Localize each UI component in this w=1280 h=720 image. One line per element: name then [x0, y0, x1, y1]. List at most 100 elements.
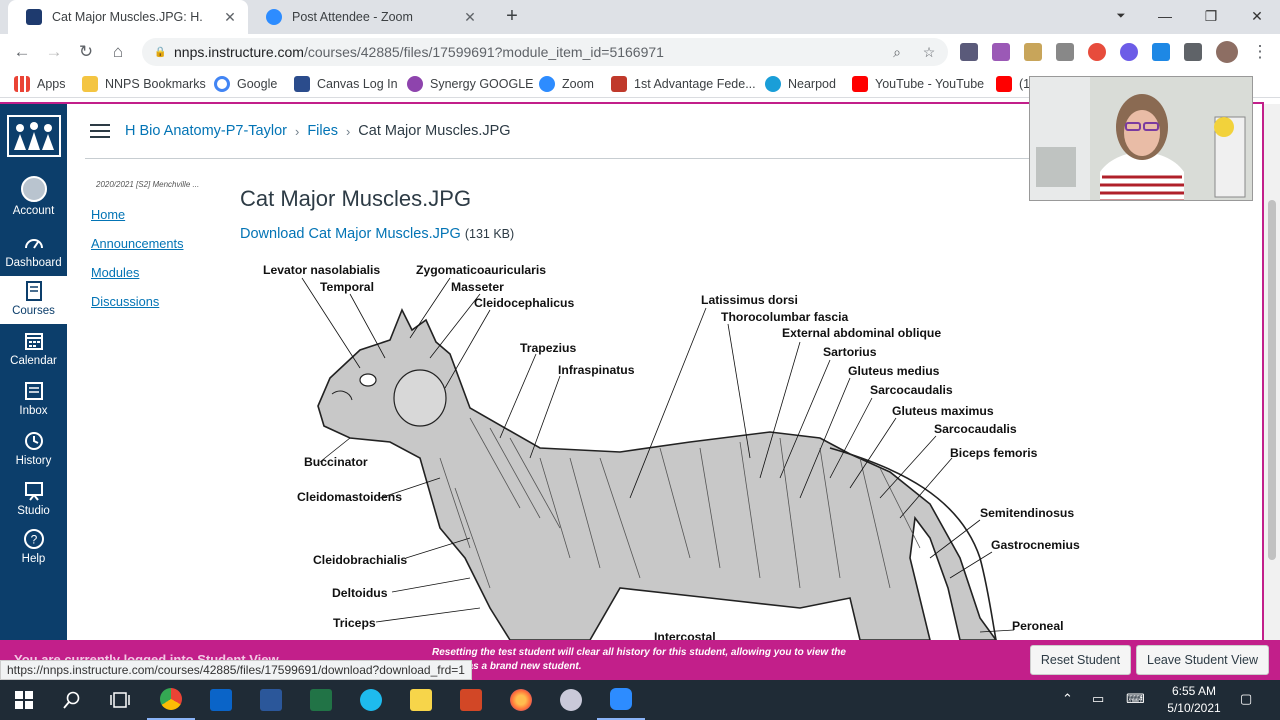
- nav-inbox[interactable]: Inbox: [0, 380, 67, 424]
- taskbar-excel[interactable]: [297, 680, 345, 720]
- nav-label: Calendar: [10, 355, 57, 367]
- extension-icon[interactable]: [992, 43, 1010, 61]
- bookmark-apps[interactable]: Apps: [14, 75, 66, 93]
- extension-icon[interactable]: [1056, 43, 1074, 61]
- forward-arrow-icon[interactable]: →: [42, 40, 66, 64]
- url-text: nnps.instructure.com/courses/42885/files…: [174, 44, 664, 60]
- taskbar-outlook[interactable]: [197, 680, 245, 720]
- keyboard-icon[interactable]: ⌨: [1126, 691, 1145, 707]
- close-window-button[interactable]: ✕: [1234, 0, 1280, 34]
- home-icon[interactable]: ⌂: [106, 40, 130, 64]
- dashboard-icon: [24, 239, 43, 249]
- nav-history[interactable]: History: [0, 430, 67, 474]
- bookmark-1st-advantage[interactable]: 1st Advantage Fede...: [611, 75, 756, 93]
- muscle-label: Cleidomastoidens: [297, 490, 402, 504]
- nav-help[interactable]: ? Help: [0, 528, 67, 572]
- taskbar-firefox[interactable]: [497, 680, 545, 720]
- muscle-label: Biceps femoris: [950, 446, 1038, 460]
- task-view-button[interactable]: [96, 680, 144, 720]
- clock-time: 6:55 AM: [1171, 684, 1217, 698]
- bookmark-canvas-login[interactable]: Canvas Log In: [294, 75, 398, 93]
- course-nav-discussions[interactable]: Discussions: [91, 294, 159, 309]
- address-bar[interactable]: 🔒 nnps.instructure.com/courses/42885/fil…: [142, 38, 948, 66]
- muscle-label: Gastrocnemius: [991, 538, 1080, 552]
- extension-icon[interactable]: [1152, 43, 1170, 61]
- back-arrow-icon[interactable]: ←: [10, 40, 34, 64]
- nav-dashboard[interactable]: Dashboard: [0, 232, 67, 276]
- battery-icon[interactable]: ▭: [1092, 691, 1104, 707]
- bookmark-zoom[interactable]: Zoom: [539, 75, 594, 93]
- breadcrumb-files-link[interactable]: Files: [307, 123, 338, 139]
- reset-student-button[interactable]: Reset Student: [1030, 645, 1131, 675]
- hamburger-menu-icon[interactable]: [90, 124, 110, 138]
- course-nav-modules[interactable]: Modules: [91, 265, 139, 280]
- taskbar-snipping-tool[interactable]: [547, 680, 595, 720]
- zoom-video-thumbnail[interactable]: [1029, 76, 1253, 201]
- leave-student-view-button[interactable]: Leave Student View: [1136, 645, 1269, 675]
- extension-icon[interactable]: [1120, 43, 1138, 61]
- nnps-logo[interactable]: [6, 114, 62, 158]
- profile-avatar-icon[interactable]: [1216, 41, 1238, 63]
- show-hidden-icons-icon[interactable]: ⌃: [1062, 691, 1073, 707]
- tab-zoom[interactable]: Post Attendee - Zoom ✕: [248, 0, 488, 34]
- search-zoom-icon[interactable]: ⌕: [888, 43, 906, 61]
- tab-search-icon[interactable]: ⏷: [1098, 0, 1144, 34]
- browser-toolbar: ← → ↻ ⌂ 🔒 nnps.instructure.com/courses/4…: [0, 34, 1280, 70]
- breadcrumb-current: Cat Major Muscles.JPG: [358, 123, 511, 139]
- muscle-label: Deltoidus: [332, 586, 388, 600]
- course-nav-announcements[interactable]: Announcements: [91, 236, 183, 251]
- restore-button[interactable]: ❐: [1188, 0, 1234, 34]
- taskbar-chrome[interactable]: [147, 680, 195, 720]
- pdf-extension-icon[interactable]: [960, 43, 978, 61]
- nav-studio[interactable]: Studio: [0, 480, 67, 524]
- nav-label: Courses: [12, 305, 55, 317]
- scrollbar-thumb[interactable]: [1268, 200, 1276, 560]
- nav-courses[interactable]: Courses: [0, 276, 67, 324]
- download-row: Download Cat Major Muscles.JPG (131 KB): [240, 226, 514, 242]
- taskbar-internet-explorer[interactable]: [347, 680, 395, 720]
- page-scrollbar[interactable]: [1264, 104, 1280, 680]
- bookmark-youtube[interactable]: YouTube - YouTube: [852, 75, 984, 93]
- extension-icon[interactable]: [1088, 43, 1106, 61]
- menu-dots-icon[interactable]: ⋮: [1248, 40, 1272, 64]
- course-nav-home[interactable]: Home: [91, 207, 125, 222]
- canvas-icon: [294, 76, 310, 92]
- minimize-button[interactable]: —: [1142, 0, 1188, 34]
- excel-icon: [310, 689, 332, 711]
- synergy-icon: [407, 76, 423, 92]
- taskbar-word[interactable]: [247, 680, 295, 720]
- bookmark-google[interactable]: Google: [214, 75, 277, 93]
- notifications-icon[interactable]: ▢: [1240, 691, 1252, 707]
- bookmark-nnps[interactable]: NNPS Bookmarks: [82, 75, 206, 93]
- breadcrumb-course-link[interactable]: H Bio Anatomy-P7-Taylor: [125, 123, 287, 139]
- nav-label: Studio: [17, 505, 50, 517]
- nav-calendar[interactable]: Calendar: [0, 330, 67, 374]
- bookmark-nearpod[interactable]: Nearpod: [765, 75, 836, 93]
- bookmark-star-icon[interactable]: ☆: [920, 43, 938, 61]
- muscle-label: Cleidocephalicus: [474, 296, 575, 310]
- bookmark-label: Apps: [37, 77, 66, 91]
- new-tab-button[interactable]: +: [500, 5, 524, 29]
- taskbar-clock[interactable]: 6:55 AM 5/10/2021: [1158, 683, 1230, 717]
- zoom-icon: [610, 688, 632, 710]
- search-button[interactable]: [48, 680, 96, 720]
- nav-account[interactable]: Account: [0, 176, 67, 226]
- taskbar-zoom[interactable]: [597, 680, 645, 720]
- taskbar-powerpoint[interactable]: [447, 680, 495, 720]
- history-icon: [24, 432, 43, 450]
- reload-icon[interactable]: ↻: [74, 40, 98, 64]
- bookmark-synergy[interactable]: Synergy GOOGLE: [407, 75, 534, 93]
- outlook-icon: [210, 689, 232, 711]
- start-button[interactable]: [0, 680, 48, 720]
- taskbar-sticky-notes[interactable]: [397, 680, 445, 720]
- tab-canvas-file[interactable]: Cat Major Muscles.JPG: H.Anaton ✕: [8, 0, 248, 34]
- muscle-label: Infraspinatus: [558, 363, 635, 377]
- snipping-tool-icon: [560, 689, 582, 711]
- extension-icon[interactable]: [1024, 43, 1042, 61]
- close-tab-icon[interactable]: ✕: [462, 9, 478, 26]
- download-link[interactable]: Download Cat Major Muscles.JPG: [240, 226, 461, 242]
- close-tab-icon[interactable]: ✕: [222, 9, 238, 26]
- bookmark-youtube-2[interactable]: (1: [996, 75, 1030, 93]
- page-title: Cat Major Muscles.JPG: [240, 186, 472, 211]
- puzzle-extensions-icon[interactable]: [1184, 43, 1202, 61]
